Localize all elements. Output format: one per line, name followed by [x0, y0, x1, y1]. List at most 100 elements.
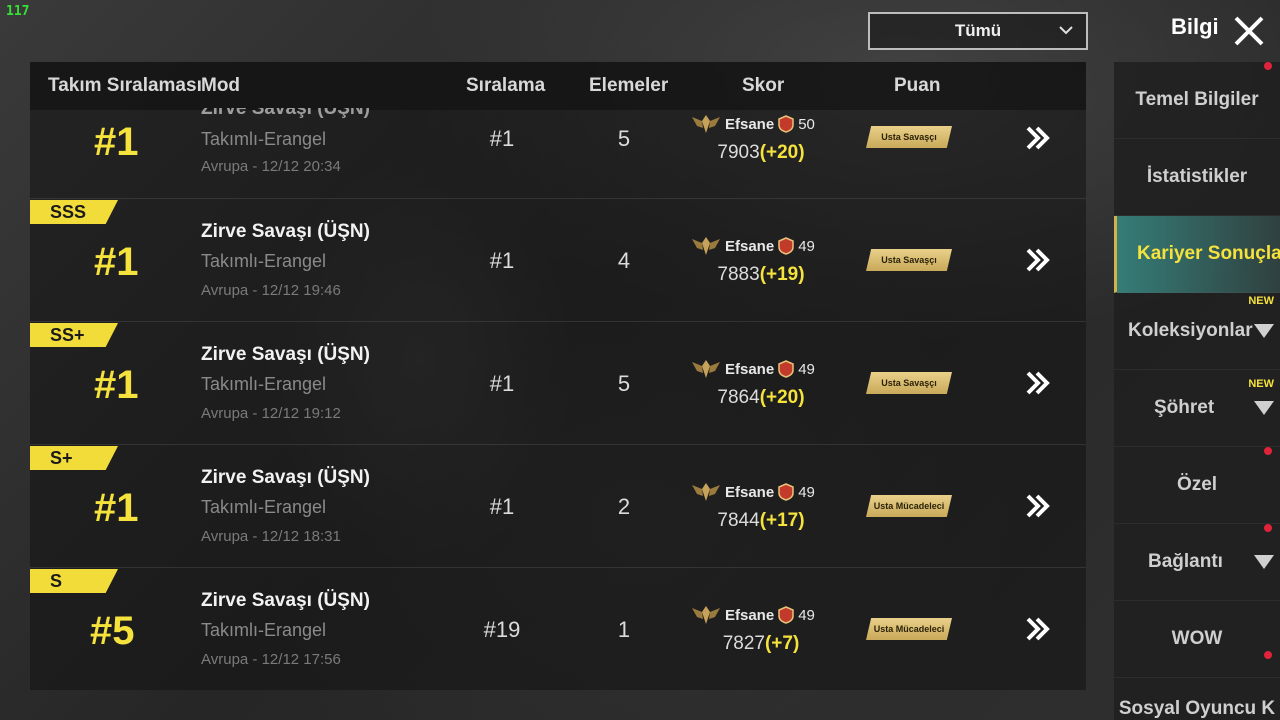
tier-name: Efsane: [725, 483, 775, 501]
tier-level: 49: [798, 237, 815, 255]
match-row[interactable]: SS+ #1 Zirve Savaşı (ÜŞN) Takımlı-Erange…: [30, 323, 1086, 445]
column-kills: Elemeler: [589, 75, 669, 96]
placement: #1: [489, 248, 515, 273]
placement: #1: [489, 126, 515, 151]
kills: 5: [617, 371, 631, 396]
column-mode: Mod: [201, 75, 241, 96]
sidebar-item-social-player[interactable]: Sosyal Oyuncu K: [1114, 678, 1280, 720]
mode-date: Avrupa - 12/12 19:12: [201, 405, 341, 422]
shield-icon: [778, 483, 794, 501]
chevron-right-icon[interactable]: [1024, 615, 1052, 643]
sidebar: Temel Bilgiler İstatistikler Kariyer Son…: [1114, 62, 1280, 720]
match-row[interactable]: S+ #1 Zirve Savaşı (ÜŞN) Takımlı-Erangel…: [30, 446, 1086, 568]
kills: 4: [617, 248, 631, 273]
placement: #19: [483, 617, 521, 642]
tier-level: 49: [798, 606, 815, 624]
chevron-right-icon[interactable]: [1024, 492, 1052, 520]
score-delta: (+19): [759, 264, 805, 285]
sidebar-item-label: Şöhret: [1154, 397, 1215, 418]
team-rank: #5: [90, 609, 135, 653]
chevron-right-icon[interactable]: [1024, 124, 1052, 152]
score-value: 7844: [717, 510, 760, 531]
rating-badge: Usta Mücadeleci: [866, 495, 952, 517]
legend-wings-icon: [692, 115, 720, 133]
tier-info: Efsane 49: [691, 357, 815, 381]
legend-wings-icon: [692, 360, 720, 378]
triangle-down-icon: [1254, 401, 1274, 415]
sidebar-item-career-results[interactable]: Kariyer Sonuçla: [1114, 216, 1280, 293]
team-rank: #1: [94, 363, 139, 407]
sidebar-item-label: WOW: [1171, 628, 1223, 649]
match-row[interactable]: SSS #1 Zirve Savaşı (ÜŞN) Takımlı-Erange…: [30, 200, 1086, 322]
tier-info: Efsane 49: [691, 234, 815, 258]
score-value: 7903: [717, 142, 760, 163]
tier-level: 49: [798, 360, 815, 378]
match-row[interactable]: #1 Zirve Savaşı (ÜŞN) Takımlı-Erangel Av…: [30, 108, 1086, 199]
score: 7864(+20): [691, 387, 831, 409]
score: 7883(+19): [691, 264, 831, 286]
score: 7903(+20): [691, 142, 831, 164]
sidebar-item-label: Özel: [1176, 474, 1218, 495]
match-row[interactable]: S #5 Zirve Savaşı (ÜŞN) Takımlı-Erangel …: [30, 569, 1086, 691]
rating-badge: Usta Savaşçı: [866, 126, 952, 148]
placement: #1: [489, 494, 515, 519]
kills: 2: [617, 494, 631, 519]
tier-info: Efsane 49: [691, 480, 815, 504]
mode-map: Takımlı-Erangel: [201, 620, 327, 640]
shield-icon: [778, 360, 794, 378]
tier-name: Efsane: [725, 360, 775, 378]
grade-tag: S: [30, 569, 118, 593]
chevron-right-icon[interactable]: [1024, 246, 1052, 274]
shield-icon: [778, 115, 794, 133]
score-value: 7827: [722, 633, 765, 654]
sidebar-item-label: Kariyer Sonuçla: [1137, 243, 1280, 264]
sidebar-item-fame[interactable]: NEW Şöhret: [1114, 370, 1280, 447]
new-badge: NEW: [1248, 378, 1274, 390]
sidebar-item-collections[interactable]: NEW Koleksiyonlar: [1114, 293, 1280, 370]
sidebar-item-connection[interactable]: Bağlantı: [1114, 524, 1280, 601]
score-delta: (+20): [759, 142, 805, 163]
rating-badge: Usta Mücadeleci: [866, 618, 952, 640]
legend-wings-icon: [692, 483, 720, 501]
mode-date: Avrupa - 12/12 18:31: [201, 528, 341, 545]
triangle-down-icon: [1254, 555, 1274, 569]
chevron-right-icon[interactable]: [1024, 369, 1052, 397]
mode-filter-dropdown[interactable]: Tümü: [868, 12, 1088, 50]
page-title: Bilgi: [1171, 14, 1219, 39]
notification-dot: [1264, 447, 1272, 455]
sidebar-item-label: Koleksiyonlar: [1128, 320, 1253, 341]
sidebar-item-basic-info[interactable]: Temel Bilgiler: [1114, 62, 1280, 139]
rating-badge: Usta Savaşçı: [866, 249, 952, 271]
triangle-down-icon: [1254, 324, 1274, 338]
mode-title: Zirve Savaşı (ÜŞN): [201, 590, 370, 611]
score-delta: (+20): [759, 387, 805, 408]
placement: #1: [489, 371, 515, 396]
score-value: 7883: [717, 264, 760, 285]
score-delta: (+7): [764, 633, 800, 654]
mode-date: Avrupa - 12/12 20:34: [201, 158, 341, 175]
notification-dot: [1264, 651, 1272, 659]
legend-wings-icon: [692, 237, 720, 255]
fps-counter: 117: [6, 4, 30, 19]
sidebar-item-label: Temel Bilgiler: [1135, 89, 1259, 110]
grade-tag: SS+: [30, 323, 118, 347]
mode-title: Zirve Savaşı (ÜŞN): [201, 344, 370, 365]
notification-dot: [1264, 62, 1272, 70]
kills: 5: [617, 126, 631, 151]
column-team-rank: Takım Sıralaması: [48, 75, 202, 96]
mode-map: Takımlı-Erangel: [201, 374, 327, 394]
kills: 1: [617, 617, 631, 642]
tier-info: Efsane 49: [691, 603, 815, 627]
mode-date: Avrupa - 12/12 19:46: [201, 282, 341, 299]
mode-map: Takımlı-Erangel: [201, 129, 327, 149]
mode-map: Takımlı-Erangel: [201, 497, 327, 517]
column-placement: Sıralama: [466, 75, 546, 96]
column-rating: Puan: [894, 75, 941, 96]
tier-level: 50: [798, 115, 815, 133]
sidebar-item-special[interactable]: Özel: [1114, 447, 1280, 524]
close-icon[interactable]: [1230, 12, 1268, 50]
tier-level: 49: [798, 483, 815, 501]
sidebar-item-statistics[interactable]: İstatistikler: [1114, 139, 1280, 216]
sidebar-item-wow[interactable]: WOW: [1114, 601, 1280, 678]
sidebar-item-label: İstatistikler: [1146, 166, 1248, 187]
